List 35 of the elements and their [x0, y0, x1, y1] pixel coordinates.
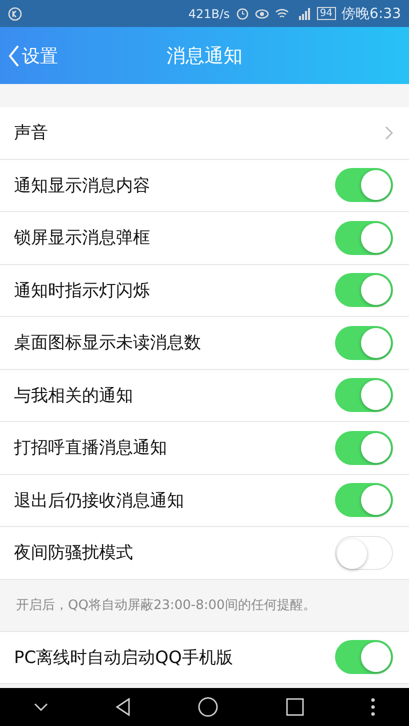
alarm-icon — [236, 7, 249, 20]
battery-level: 94 — [316, 7, 336, 20]
toggle-switch[interactable] — [335, 378, 393, 412]
eye-icon — [254, 8, 269, 20]
clock-time: 傍晚6:33 — [342, 4, 401, 22]
row-label: 退出后仍接收消息通知 — [14, 490, 184, 512]
home-icon[interactable] — [198, 697, 218, 717]
row-label: 桌面图标显示未读消息数 — [14, 332, 201, 354]
row-label: 与我相关的通知 — [14, 384, 133, 407]
toggle-switch[interactable] — [335, 220, 393, 255]
row-label: 打招呼直播消息通知 — [14, 437, 167, 460]
toggle-switch[interactable] — [335, 168, 393, 202]
row-label: 夜间防骚扰模式 — [14, 542, 133, 564]
row-label: 锁屏显示消息弹框 — [14, 227, 150, 250]
collapse-icon[interactable] — [34, 703, 48, 711]
toggle-switch[interactable] — [335, 273, 393, 308]
back-icon[interactable] — [115, 698, 132, 716]
toggle-switch[interactable] — [335, 326, 393, 360]
app-icon — [8, 6, 22, 20]
network-speed: 421B/s — [188, 6, 230, 20]
toggle-switch[interactable] — [335, 640, 393, 674]
row-label: 通知时指示灯闪烁 — [14, 280, 150, 302]
toggle-switch[interactable] — [335, 430, 393, 465]
row-label: 通知显示消息内容 — [14, 174, 150, 197]
toggle-switch[interactable] — [335, 536, 393, 570]
toggle-switch[interactable] — [335, 483, 393, 518]
more-icon[interactable] — [371, 698, 376, 716]
row-label: 声音 — [14, 122, 48, 144]
chevron-left-icon — [8, 44, 20, 68]
recents-icon[interactable] — [286, 698, 304, 716]
settings-row[interactable]: 声音 — [0, 107, 409, 160]
row-label: PC离线时自动启动QQ手机版 — [14, 646, 233, 669]
chevron-icon — [385, 126, 393, 140]
wifi-icon — [274, 8, 289, 20]
page-title: 消息通知 — [166, 44, 242, 68]
